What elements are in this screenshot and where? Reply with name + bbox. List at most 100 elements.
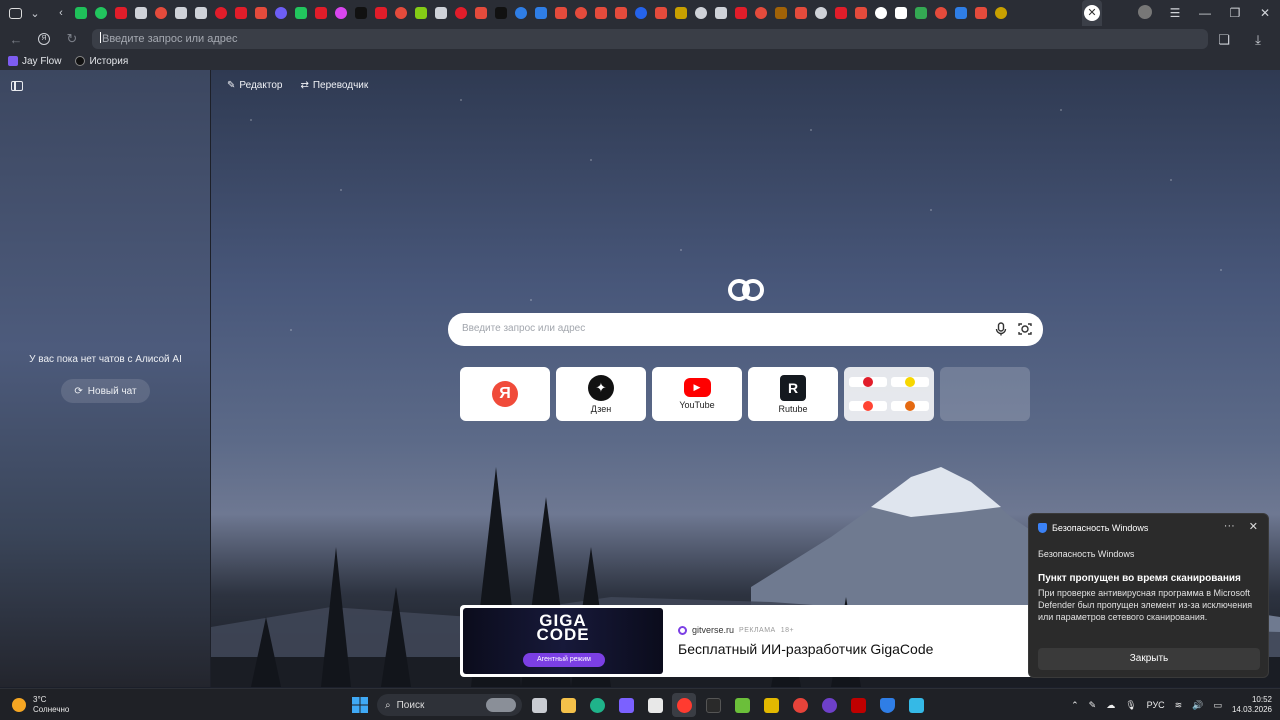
tab[interactable] <box>91 0 111 26</box>
camera-search-icon[interactable] <box>1017 321 1033 337</box>
tab[interactable] <box>411 0 431 26</box>
tab[interactable] <box>151 0 171 26</box>
chrome-button[interactable] <box>788 693 812 717</box>
terminal-button[interactable] <box>701 693 725 717</box>
back-button[interactable]: ← <box>2 27 30 51</box>
new-chat-button[interactable]: ⟳ Новый чат <box>61 379 150 403</box>
tab[interactable] <box>111 0 131 26</box>
task-view-button[interactable] <box>527 693 551 717</box>
tab[interactable] <box>651 0 671 26</box>
yandex-browser-button[interactable] <box>672 693 696 717</box>
restore-button[interactable]: ❐ <box>1220 6 1250 20</box>
tab[interactable] <box>671 0 691 26</box>
start-button[interactable] <box>348 693 372 717</box>
tab[interactable] <box>211 0 231 26</box>
tab[interactable] <box>291 0 311 26</box>
tabs-scroll-left-button[interactable]: ‹ <box>51 3 71 23</box>
tab[interactable] <box>251 0 271 26</box>
tile-youtube[interactable]: ▶ YouTube <box>652 367 742 421</box>
tabs-dropdown-button[interactable]: ⌄ <box>25 3 45 23</box>
defender-button[interactable] <box>875 693 899 717</box>
tab[interactable] <box>871 0 891 26</box>
address-bar[interactable]: Введите запрос или адрес <box>92 29 1208 49</box>
github-desktop-button[interactable] <box>817 693 841 717</box>
close-icon[interactable]: ✕ <box>1084 5 1100 21</box>
collections-button[interactable]: ❏ <box>1210 28 1238 52</box>
tab[interactable] <box>231 0 251 26</box>
tab[interactable] <box>991 0 1011 26</box>
tab[interactable] <box>611 0 631 26</box>
store-button[interactable] <box>643 693 667 717</box>
weather-widget[interactable]: 3°C Солнечно <box>12 695 69 715</box>
tab[interactable] <box>191 0 211 26</box>
editor-button[interactable]: ✎ Редактор <box>227 80 282 91</box>
stack-app-button[interactable] <box>730 693 754 717</box>
tab[interactable] <box>791 0 811 26</box>
tab[interactable] <box>271 0 291 26</box>
wifi-icon[interactable]: ≋ <box>1175 700 1183 711</box>
tile-add[interactable] <box>940 367 1030 421</box>
filezilla-button[interactable] <box>846 693 870 717</box>
tab[interactable] <box>931 0 951 26</box>
tab[interactable] <box>631 0 651 26</box>
archive-app-button[interactable] <box>759 693 783 717</box>
clock[interactable]: 10:52 14.03.2026 <box>1232 695 1272 715</box>
bookmark-jay-flow[interactable]: Jay Flow <box>0 56 67 67</box>
tab[interactable] <box>971 0 991 26</box>
ad-banner[interactable]: GIGA CODE Агентный режим gitverse.ru РЕКЛ… <box>460 605 1035 677</box>
reload-button[interactable]: ↻ <box>58 27 86 51</box>
tab[interactable] <box>71 0 91 26</box>
translator-button[interactable]: ⇄ Переводчик <box>300 80 368 91</box>
search-box[interactable]: Введите запрос или адрес <box>448 313 1043 346</box>
tab[interactable] <box>511 0 531 26</box>
tab[interactable] <box>731 0 751 26</box>
toast-close-button[interactable]: Закрыть <box>1038 648 1260 670</box>
downloads-button[interactable]: ⤓ <box>1244 28 1272 52</box>
profile-button[interactable] <box>1130 4 1160 22</box>
close-window-button[interactable]: ✕ <box>1250 6 1280 20</box>
notepad-button[interactable] <box>904 693 928 717</box>
tab[interactable] <box>951 0 971 26</box>
tab[interactable] <box>771 0 791 26</box>
tab[interactable] <box>491 0 511 26</box>
tab[interactable] <box>571 0 591 26</box>
tab[interactable] <box>131 0 151 26</box>
tab[interactable] <box>831 0 851 26</box>
tab[interactable] <box>591 0 611 26</box>
sidebar-toggle-icon[interactable] <box>11 81 23 91</box>
input-language[interactable]: РУС <box>1147 700 1165 710</box>
active-tab[interactable]: ✕ <box>1082 0 1102 26</box>
close-icon[interactable]: ✕ <box>1249 520 1258 533</box>
tab[interactable] <box>371 0 391 26</box>
explorer-button[interactable] <box>556 693 580 717</box>
tab[interactable] <box>811 0 831 26</box>
tab[interactable] <box>311 0 331 26</box>
tab[interactable] <box>891 0 911 26</box>
volume-icon[interactable]: 🔊 <box>1192 700 1203 711</box>
tab[interactable] <box>331 0 351 26</box>
tab[interactable] <box>711 0 731 26</box>
edge-button[interactable] <box>585 693 609 717</box>
chevron-up-icon[interactable]: ⌃ <box>1071 700 1079 711</box>
microphone-icon[interactable]: 🎙 <box>1125 700 1136 711</box>
minimize-button[interactable]: — <box>1190 6 1220 20</box>
tab[interactable] <box>351 0 371 26</box>
tab[interactable] <box>751 0 771 26</box>
tab[interactable] <box>391 0 411 26</box>
cloud-icon[interactable]: ☁ <box>1106 700 1115 711</box>
bookmark-history[interactable]: История <box>67 56 134 67</box>
tab[interactable] <box>551 0 571 26</box>
tab[interactable] <box>451 0 471 26</box>
taskbar-search[interactable]: ⌕ Поиск <box>377 694 522 716</box>
tab[interactable] <box>691 0 711 26</box>
tabs-menu-button[interactable] <box>5 3 25 23</box>
tab[interactable] <box>531 0 551 26</box>
yandex-home-button[interactable]: Я <box>30 27 58 51</box>
app-tray-icon[interactable]: ✎ <box>1089 700 1097 711</box>
tab[interactable] <box>171 0 191 26</box>
tab[interactable] <box>851 0 871 26</box>
microphone-icon[interactable] <box>993 321 1009 337</box>
tile-folder[interactable] <box>844 367 934 421</box>
tab[interactable] <box>471 0 491 26</box>
tile-rutube[interactable]: R Rutube <box>748 367 838 421</box>
